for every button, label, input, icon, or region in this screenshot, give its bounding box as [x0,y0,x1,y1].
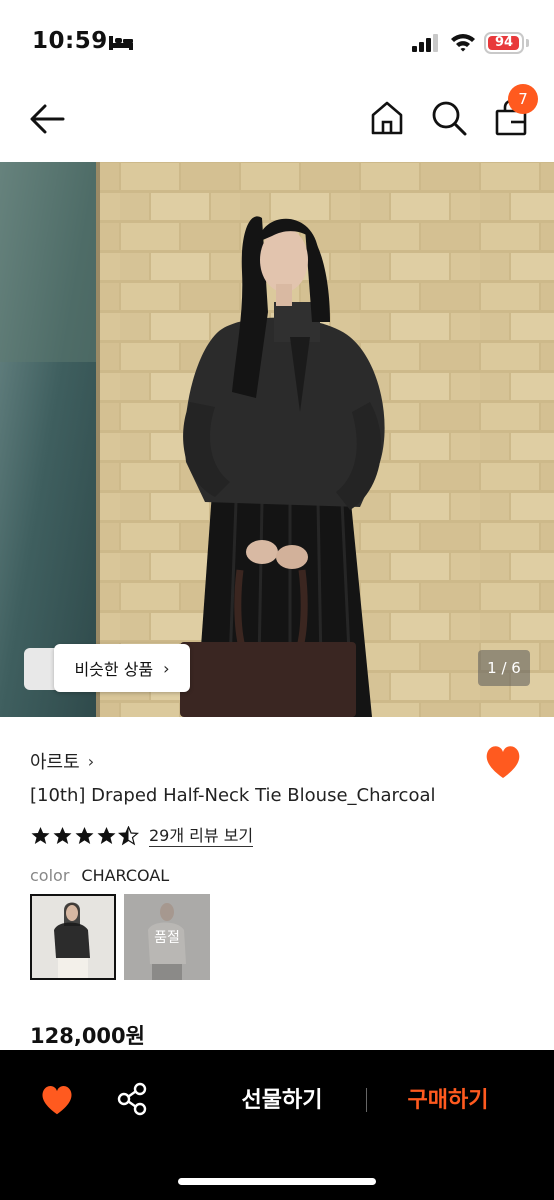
brand-link[interactable]: 아르토 › [30,748,94,774]
search-icon[interactable] [431,100,467,136]
status-bar: 10:59 94 [0,0,554,80]
battery-cap [526,39,529,47]
option-label: color [30,866,70,885]
wifi-icon [451,34,475,52]
similar-products-button[interactable]: 비슷한 상품 › [54,644,190,692]
battery-icon: 94 [484,32,524,54]
chevron-right-icon: › [163,658,170,678]
buy-button[interactable]: 구매하기 [388,1082,508,1114]
product-price: 128,000원 [30,1024,145,1048]
bed-icon [109,36,133,50]
star-half-icon [118,826,139,846]
thumbnail-image [32,896,114,978]
option-value: CHARCOAL [81,866,170,885]
image-page-indicator: 1 / 6 [478,650,530,686]
product-name: [10th] Draped Half-Neck Tie Blouse_Charc… [30,785,436,806]
rating-row: 29개 리뷰 보기 [30,824,254,848]
color-option-thumbnail-selected[interactable] [30,894,116,980]
share-icon[interactable] [116,1082,148,1116]
similar-products-label: 비슷한 상품 [74,660,154,679]
product-image-carousel[interactable]: 비슷한 상품 › 1 / 6 [0,162,554,717]
star-icon [97,827,116,844]
nav-bar: 7 [0,80,554,162]
home-icon[interactable] [370,100,404,136]
brand-name: 아르토 [30,752,80,773]
bottom-action-bar: 선물하기 구매하기 [0,1050,554,1200]
heart-icon[interactable] [40,1084,74,1116]
gift-button[interactable]: 선물하기 [222,1082,342,1114]
option-row: color CHARCOAL [30,866,169,885]
back-arrow-icon[interactable] [28,102,66,136]
home-indicator [178,1178,376,1185]
status-time: 10:59 [32,28,108,54]
review-link[interactable]: 29개 리뷰 보기 [149,826,254,847]
battery-level: 94 [494,35,514,50]
star-rating [30,826,139,846]
heart-icon[interactable] [484,744,522,780]
signal-icon [412,34,438,52]
star-icon [75,827,94,844]
sold-out-label: 품절 [124,894,210,980]
chevron-right-icon: › [87,751,95,771]
product-photo [0,162,554,717]
cart-count-badge: 7 [508,84,538,114]
star-icon [31,827,50,844]
color-option-thumbnail[interactable]: 품절 [124,894,210,980]
divider [366,1088,367,1112]
star-icon [53,827,72,844]
